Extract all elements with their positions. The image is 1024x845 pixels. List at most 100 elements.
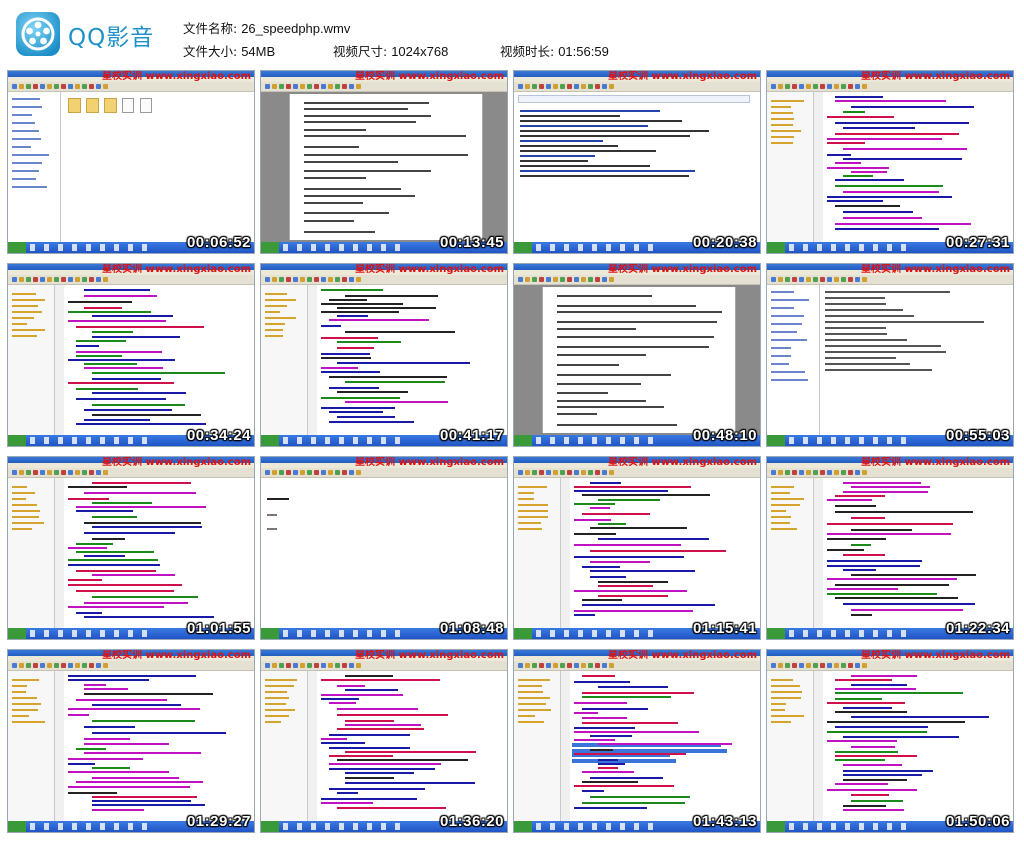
- navigation-item: [12, 138, 41, 140]
- thumbnail-screen-content: [514, 478, 760, 628]
- toolbar-icon: [68, 470, 73, 475]
- video-thumbnail[interactable]: 星校实训 www.xingxiao.com 01:08:48: [260, 456, 508, 640]
- taskbar-item-icon: [128, 823, 133, 830]
- taskbar-item-icon: [283, 244, 288, 251]
- taskbar-item-icon: [395, 244, 400, 251]
- video-thumbnail[interactable]: 星校实训 www.xingxiao.com 00:55:03: [766, 263, 1014, 447]
- toolbar-icon: [848, 663, 853, 668]
- taskbar-item-icon: [648, 437, 653, 444]
- toolbar-icon: [47, 470, 52, 475]
- file-tree-item: [12, 293, 36, 295]
- toolbar-icon: [806, 663, 811, 668]
- navigation-item: [771, 371, 805, 373]
- code-line: [835, 711, 907, 713]
- toolbar-icon: [47, 663, 52, 668]
- code-line: [345, 782, 475, 784]
- file-tree-panel: [767, 478, 814, 628]
- file-tree-item: [265, 317, 296, 319]
- code-line: [851, 675, 917, 677]
- text-line: [304, 102, 429, 104]
- video-thumbnail[interactable]: 星校实训 www.xingxiao.com 01:22:34: [766, 456, 1014, 640]
- start-button: [8, 435, 26, 446]
- window-toolbar: [767, 82, 1013, 92]
- file-tree-panel: [261, 671, 308, 821]
- code-line: [574, 727, 635, 729]
- code-line: [68, 606, 164, 608]
- video-thumbnail[interactable]: 星校实训 www.xingxiao.com 01:01:55: [7, 456, 255, 640]
- toolbar-icon: [532, 277, 537, 282]
- video-thumbnail[interactable]: 星校实训 www.xingxiao.com 00:27:31: [766, 70, 1014, 254]
- toolbar-icon: [609, 663, 614, 668]
- code-line: [574, 590, 687, 592]
- code-line: [582, 781, 638, 783]
- toolbar-icon: [82, 470, 87, 475]
- navigation-item: [771, 347, 791, 349]
- thumbnail-timestamp: 01:22:34: [945, 620, 1010, 637]
- list-row: [825, 369, 932, 371]
- taskbar-item-icon: [283, 630, 288, 637]
- code-line: [84, 307, 122, 309]
- code-line: [84, 752, 201, 754]
- code-line: [76, 551, 154, 553]
- code-line: [590, 796, 690, 798]
- code-line: [827, 588, 898, 590]
- video-thumbnail[interactable]: 星校实训 www.xingxiao.com 00:13:45: [260, 70, 508, 254]
- toolbar-icon: [33, 84, 38, 89]
- video-thumbnail[interactable]: 星校实训 www.xingxiao.com 00:20:38: [513, 70, 761, 254]
- toolbar-icon: [792, 84, 797, 89]
- code-line: [76, 699, 167, 701]
- video-thumbnail[interactable]: 星校实训 www.xingxiao.com 01:43:13: [513, 649, 761, 833]
- toolbar-icon: [602, 663, 607, 668]
- taskbar-item-icon: [887, 437, 892, 444]
- video-thumbnail[interactable]: 星校实训 www.xingxiao.com 00:41:17: [260, 263, 508, 447]
- navigation-item: [12, 122, 35, 124]
- toolbar-icon: [356, 470, 361, 475]
- toolbar-icon: [771, 84, 776, 89]
- navigation-item: [12, 178, 36, 180]
- video-thumbnail[interactable]: 星校实训 www.xingxiao.com 01:36:20: [260, 649, 508, 833]
- code-line: [590, 749, 613, 751]
- toolbar-icon: [279, 84, 284, 89]
- watermark-text: 星校实训 www.xingxiao.com: [860, 264, 1010, 275]
- toolbar-icon: [525, 84, 530, 89]
- code-line: [92, 538, 125, 540]
- navigation-pane: [8, 92, 61, 242]
- code-line: [68, 564, 160, 566]
- video-thumbnail[interactable]: 星校实训 www.xingxiao.com 00:48:10: [513, 263, 761, 447]
- taskbar-item-icon: [30, 630, 35, 637]
- code-line: [345, 331, 455, 333]
- video-dims-label: 视频尺寸:: [333, 44, 388, 59]
- video-duration-field: 视频时长: 01:56:59: [500, 41, 609, 60]
- taskbar-item-icon: [620, 630, 625, 637]
- navigation-item: [12, 98, 40, 100]
- file-tree-item: [771, 697, 801, 699]
- code-line: [827, 200, 883, 202]
- video-thumbnail[interactable]: 星校实训 www.xingxiao.com 01:50:06: [766, 649, 1014, 833]
- code-line: [582, 599, 622, 601]
- code-line: [345, 720, 394, 722]
- text-line: [557, 305, 696, 307]
- video-thumbnail[interactable]: 星校实训 www.xingxiao.com 00:34:24: [7, 263, 255, 447]
- toolbar-icon: [518, 663, 523, 668]
- start-button: [767, 435, 785, 446]
- file-tree-item: [518, 685, 542, 687]
- toolbar-icon: [307, 277, 312, 282]
- window-toolbar: [261, 275, 507, 285]
- file-tree-item: [518, 703, 546, 705]
- thumbnail-screen-content: [514, 285, 760, 435]
- code-line: [827, 721, 965, 723]
- file-tree-item: [265, 691, 287, 693]
- video-thumbnail[interactable]: 星校实训 www.xingxiao.com 01:29:27: [7, 649, 255, 833]
- code-line: [68, 679, 149, 681]
- file-tree-item: [12, 679, 39, 681]
- video-thumbnail[interactable]: 星校实训 www.xingxiao.com 00:06:52: [7, 70, 255, 254]
- list-row: [825, 339, 907, 341]
- taskbar-item-icon: [831, 437, 836, 444]
- text-line: [557, 321, 717, 323]
- video-thumbnail[interactable]: 星校实训 www.xingxiao.com 01:15:41: [513, 456, 761, 640]
- toolbar-icon: [82, 277, 87, 282]
- toolbar-icon: [300, 470, 305, 475]
- toolbar-icon: [574, 277, 579, 282]
- file-tree-item: [771, 112, 793, 114]
- file-tree-item: [771, 679, 793, 681]
